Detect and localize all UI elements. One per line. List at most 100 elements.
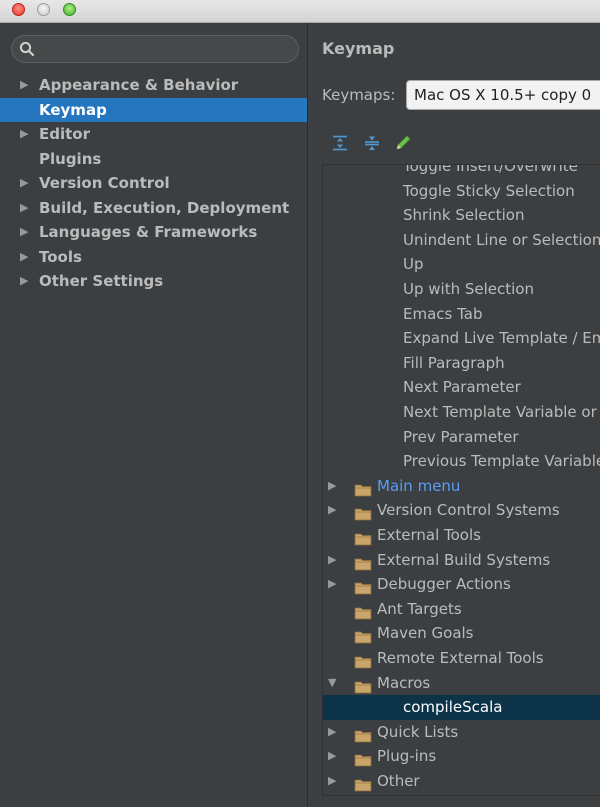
tree-group-row[interactable]: ▶ Debugger Actions (323, 572, 600, 597)
tree-group-row[interactable]: Remote External Tools (323, 646, 600, 671)
chevron-right-icon[interactable]: ▶ (328, 498, 336, 523)
tree-row-label: Fill Paragraph (403, 353, 505, 372)
tree-group-row[interactable]: ▶ Other (323, 769, 600, 794)
chevron-right-icon[interactable]: ▶ (328, 548, 336, 573)
sidebar-item-appearance-behavior[interactable]: ▶ Appearance & Behavior (0, 73, 307, 98)
chevron-right-icon[interactable]: ▶ (20, 73, 28, 98)
sidebar-item-version-control[interactable]: ▶ Version Control (0, 171, 307, 196)
tree-row-label: Plug-ins (377, 747, 437, 766)
tree-action-row[interactable]: Emacs Tab (323, 302, 600, 327)
tree-action-row[interactable]: Fill Paragraph (323, 351, 600, 376)
tree-row-label: Next Parameter (403, 378, 521, 397)
sidebar-item-label: Plugins (39, 149, 102, 168)
chevron-right-icon[interactable]: ▶ (20, 122, 28, 147)
tree-action-row[interactable]: Previous Template Variable (323, 449, 600, 474)
sidebar-item-label: Appearance & Behavior (39, 76, 239, 94)
folder-icon (354, 627, 372, 644)
zoom-window-button[interactable] (63, 3, 76, 16)
chevron-right-icon[interactable]: ▶ (328, 769, 336, 794)
keymaps-label: Keymaps: (322, 86, 396, 104)
tree-action-row[interactable]: Toggle Insert/Overwrite (323, 165, 600, 179)
folder-icon (354, 726, 372, 743)
folder-icon (354, 677, 372, 693)
sidebar-item-other-settings[interactable]: ▶ Other Settings (0, 269, 307, 294)
tree-action-row[interactable]: Toggle Sticky Selection (323, 179, 600, 204)
tree-row-label: Shrink Selection (403, 206, 525, 225)
tree-action-row[interactable]: Up (323, 252, 600, 277)
sidebar-item-plugins[interactable]: Plugins (0, 147, 307, 172)
chevron-right-icon[interactable]: ▶ (20, 171, 28, 196)
chevron-right-icon[interactable]: ▶ (20, 196, 28, 221)
tree-group-row[interactable]: External Tools (323, 523, 600, 548)
tree-row-label: Prev Parameter (403, 427, 519, 446)
chevron-right-icon[interactable]: ▶ (328, 744, 336, 769)
keymap-select[interactable]: Mac OS X 10.5+ copy 0 (406, 80, 600, 110)
search-input[interactable] (11, 35, 299, 63)
tree-row-label: Toggle Sticky Selection (403, 181, 575, 200)
sidebar-item-label: Version Control (39, 174, 170, 192)
sidebar-item-build-execution-deployment[interactable]: ▶ Build, Execution, Deployment (0, 196, 307, 221)
tree-row-label: Version Control Systems (377, 501, 560, 520)
chevron-right-icon[interactable]: ▶ (328, 720, 336, 745)
sidebar-item-keymap[interactable]: Keymap (0, 97, 307, 122)
tree-row-label: Quick Lists (377, 722, 459, 741)
tree-action-row[interactable]: Prev Parameter (323, 425, 600, 450)
folder-icon (354, 554, 372, 570)
chevron-right-icon[interactable]: ▶ (328, 474, 336, 499)
tree-row-label: compileScala (403, 698, 503, 717)
tree-action-row[interactable]: Next Template Variable or Tab (323, 400, 600, 425)
tree-row-label: Next Template Variable or Tab (403, 403, 600, 421)
sidebar-item-label: Languages & Frameworks (39, 223, 258, 241)
tree-group-row[interactable]: Maven Goals (323, 621, 600, 646)
folder-icon (354, 775, 372, 792)
tree-row-label: Unindent Line or Selection (403, 230, 600, 249)
tree-group-row[interactable]: ▶ External Build Systems (323, 548, 600, 573)
tree-action-row[interactable]: Unindent Line or Selection (323, 228, 600, 253)
tree-group-row[interactable]: ▶ Main menu (323, 474, 600, 499)
tree-action-row[interactable]: Shrink Selection (323, 203, 600, 228)
tree-row-label: Expand Live Template / Emmet (403, 329, 600, 348)
tree-group-row[interactable]: ▶ Quick Lists (323, 720, 600, 745)
edit-icon[interactable] (394, 134, 412, 152)
page-title: Keymap (322, 39, 395, 58)
sidebar-item-languages-frameworks[interactable]: ▶ Languages & Frameworks (0, 220, 307, 245)
folder-icon (354, 529, 372, 546)
chevron-right-icon[interactable]: ▶ (20, 269, 28, 294)
tree-action-row[interactable]: Next Parameter (323, 375, 600, 400)
tree-action-row[interactable]: compileScala (323, 695, 600, 720)
folder-icon (354, 480, 372, 497)
folder-icon (354, 603, 372, 620)
tree-row-label: Other (377, 772, 420, 790)
collapse-all-icon[interactable] (363, 134, 381, 152)
chevron-right-icon[interactable]: ▶ (20, 245, 28, 270)
folder-icon (354, 504, 372, 521)
expand-all-icon[interactable] (331, 134, 349, 152)
close-window-button[interactable] (12, 3, 25, 16)
search-icon (19, 41, 35, 57)
tree-group-row[interactable]: ▼ Macros (323, 671, 600, 696)
minimize-window-button[interactable] (37, 3, 50, 16)
keymap-panel: Keymap Keymaps: Mac OS X 10.5+ copy 0 To… (308, 23, 600, 807)
sidebar-item-tools[interactable]: ▶ Tools (0, 245, 307, 270)
settings-tree: ▶ Appearance & Behavior Keymap ▶ Editor Plugi… (0, 73, 307, 294)
sidebar-item-editor[interactable]: ▶ Editor (0, 122, 307, 147)
window-titlebar (0, 0, 600, 23)
chevron-down-icon[interactable]: ▼ (328, 671, 336, 696)
sidebar-item-label: Other Settings (39, 272, 164, 290)
tree-group-row[interactable]: Ant Targets (323, 597, 600, 622)
tree-group-row[interactable]: ▶ Version Control Systems (323, 498, 600, 523)
tree-row-label: Emacs Tab (403, 304, 483, 323)
tree-group-row[interactable]: ▶ Plug-ins (323, 744, 600, 769)
tree-row-label: Debugger Actions (377, 575, 511, 594)
tree-row-label: External Tools (377, 526, 481, 544)
tree-row-label: Previous Template Variable (403, 452, 600, 471)
tree-row-label: Macros (377, 673, 431, 692)
tree-action-row[interactable]: Expand Live Template / Emmet (323, 326, 600, 351)
sidebar-item-label: Tools (39, 247, 82, 266)
chevron-right-icon[interactable]: ▶ (328, 572, 336, 597)
chevron-right-icon[interactable]: ▶ (20, 220, 28, 245)
tree-action-row[interactable]: Up with Selection (323, 277, 600, 302)
sidebar-item-label: Keymap (39, 100, 107, 119)
tree-row-label: External Build Systems (377, 550, 551, 569)
sidebar-item-label: Build, Execution, Deployment (39, 198, 290, 217)
